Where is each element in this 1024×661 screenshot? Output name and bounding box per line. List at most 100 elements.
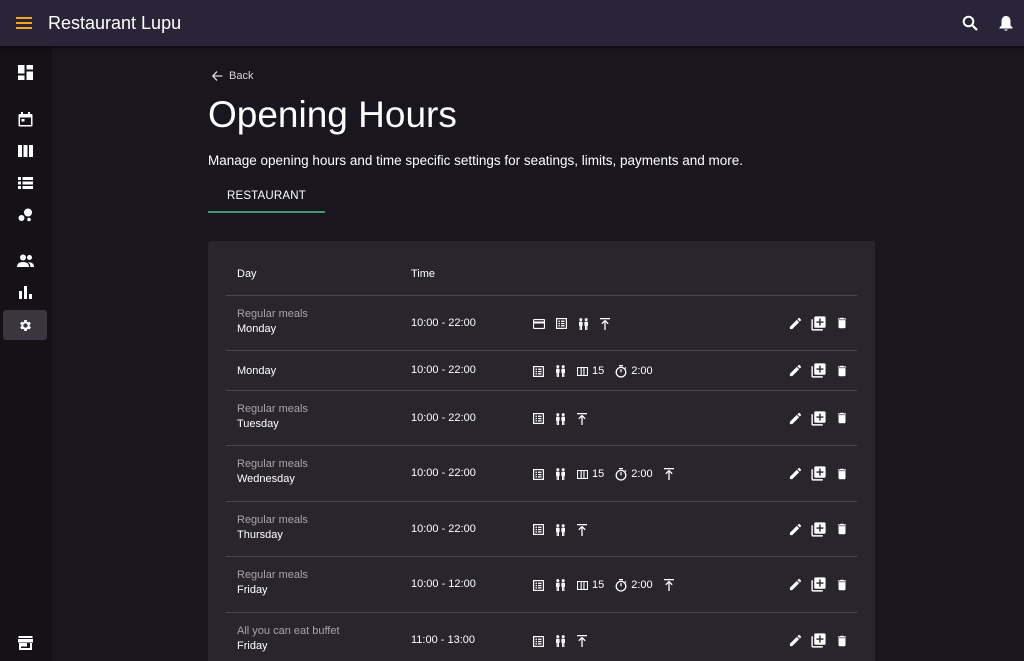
sidebar-item-list[interactable] <box>3 168 47 198</box>
duplicate-icon <box>811 363 826 378</box>
day-cell: Regular meals Monday <box>237 308 308 335</box>
back-link[interactable]: Back <box>212 70 253 82</box>
delete-button[interactable] <box>832 361 851 380</box>
table-row[interactable]: Regular meals Wednesday 10:00 - 22:00 15 2:0… <box>226 446 857 502</box>
duplicate-button[interactable] <box>809 520 828 539</box>
feature-icons <box>533 317 621 331</box>
meal-type-label: Regular meals <box>237 458 308 470</box>
bar-chart-icon <box>18 285 32 299</box>
edit-button[interactable] <box>786 361 805 380</box>
time-cell: 10:00 - 12:00 <box>411 578 476 590</box>
edit-button[interactable] <box>786 631 805 650</box>
table-header: Day Time <box>226 241 857 296</box>
edit-button[interactable] <box>786 520 805 539</box>
edit-icon <box>789 364 802 377</box>
sidebar-item-guests[interactable] <box>3 245 47 275</box>
opening-hours-card: Day Time Regular meals Monday 10:00 - 22:0… <box>208 241 875 661</box>
duration-value: 2:00 <box>631 365 653 377</box>
edit-button[interactable] <box>786 314 805 333</box>
bell-icon <box>999 15 1013 31</box>
edit-button[interactable] <box>786 575 805 594</box>
limit-icon <box>577 523 587 536</box>
sidebar-item-dashboard[interactable] <box>3 57 47 87</box>
day-cell: All you can eat buffet Friday <box>237 625 340 652</box>
sidebar-item-store[interactable] <box>3 628 47 658</box>
duplicate-icon <box>811 521 826 537</box>
list-icon <box>17 177 33 189</box>
guests-icon <box>555 523 566 536</box>
sidebar-item-floorplan[interactable] <box>3 136 47 166</box>
duplicate-button[interactable] <box>809 361 828 380</box>
duplicate-button[interactable] <box>809 575 828 594</box>
day-name-label: Monday <box>237 322 277 335</box>
guests-icon <box>555 412 566 425</box>
row-actions <box>786 361 851 380</box>
time-cell: 10:00 - 22:00 <box>411 467 476 479</box>
table-row[interactable]: Regular meals Monday 10:00 - 22:00 <box>226 296 857 351</box>
menu-list-icon <box>533 365 544 377</box>
feature-icons: 15 2:00 <box>533 578 685 592</box>
page-title: Opening Hours <box>208 94 457 135</box>
day-name-label: Tuesday <box>237 417 279 430</box>
tab-restaurant[interactable]: RESTAURANT <box>208 180 325 213</box>
delete-button[interactable] <box>832 575 851 594</box>
edit-icon <box>789 578 802 591</box>
feature-icons: 15 2:00 <box>533 364 664 378</box>
feature-icons <box>533 412 598 426</box>
top-app-bar: Restaurant Lupu <box>0 0 1024 46</box>
menu-list-icon <box>533 635 544 647</box>
delete-button[interactable] <box>832 314 851 333</box>
guests-icon <box>555 365 566 377</box>
delete-button[interactable] <box>832 631 851 650</box>
sidebar-item-reports[interactable] <box>3 277 47 307</box>
table-row[interactable]: Monday 10:00 - 22:00 15 2:00 <box>226 351 857 391</box>
edit-button[interactable] <box>786 464 805 483</box>
timer-icon: 2:00 <box>615 578 653 592</box>
menu-list-icon <box>556 318 567 329</box>
column-header-time: Time <box>411 268 436 280</box>
duplicate-icon <box>811 577 826 592</box>
row-actions <box>786 631 851 650</box>
sidebar-item-calendar[interactable] <box>3 104 47 134</box>
row-actions <box>786 575 851 594</box>
duplicate-button[interactable] <box>809 409 828 428</box>
search-button[interactable] <box>952 0 988 46</box>
delete-button[interactable] <box>832 520 851 539</box>
notifications-button[interactable] <box>988 0 1024 46</box>
edit-icon <box>789 317 802 329</box>
guests-icon <box>578 317 589 330</box>
table-row[interactable]: Regular meals Thursday 10:00 - 22:00 <box>226 502 857 557</box>
table-row[interactable]: Regular meals Tuesday 10:00 - 22:00 <box>226 391 857 446</box>
seats-icon: 15 <box>577 365 604 377</box>
duplicate-button[interactable] <box>809 631 828 650</box>
feature-icons: 15 2:00 <box>533 467 685 481</box>
limit-icon <box>577 412 587 425</box>
dashboard-icon <box>17 64 33 80</box>
day-name-label: Thursday <box>237 528 283 541</box>
sidebar-item-settings[interactable] <box>3 310 47 340</box>
delete-button[interactable] <box>832 409 851 428</box>
limit-icon <box>663 468 674 480</box>
duplicate-icon <box>811 633 826 648</box>
guests-icon <box>555 635 566 647</box>
delete-icon <box>837 365 846 376</box>
duplicate-button[interactable] <box>809 464 828 483</box>
edit-icon <box>789 523 802 535</box>
duplicate-button[interactable] <box>809 314 828 333</box>
seats-icon: 15 <box>577 579 604 591</box>
timer-icon: 2:00 <box>615 364 653 378</box>
gear-icon <box>19 319 31 331</box>
feature-icons <box>533 634 598 648</box>
delete-button[interactable] <box>832 464 851 483</box>
sidebar-item-bubbles[interactable] <box>3 200 47 230</box>
seats-count: 15 <box>592 579 605 591</box>
day-cell: Regular meals Thursday <box>237 514 308 541</box>
menu-button[interactable] <box>0 0 48 46</box>
meal-type-label: Regular meals <box>237 402 308 415</box>
guests-icon <box>555 468 566 480</box>
table-row[interactable]: All you can eat buffet Friday 11:00 - 13:0… <box>226 613 857 661</box>
time-cell: 10:00 - 22:00 <box>411 364 476 376</box>
edit-button[interactable] <box>786 409 805 428</box>
table-row[interactable]: Regular meals Friday 10:00 - 12:00 15 2:00 <box>226 557 857 613</box>
row-actions <box>786 314 851 333</box>
